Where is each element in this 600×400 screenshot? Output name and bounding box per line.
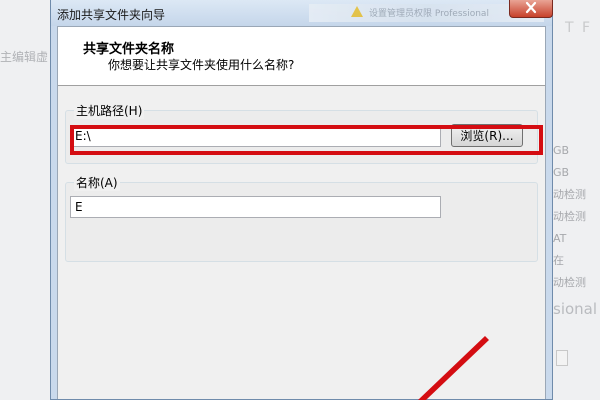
host-path-label: 主机路径(H) (74, 102, 145, 119)
share-name-input[interactable] (70, 196, 441, 218)
background-right-item: 动检测 (553, 276, 586, 289)
wizard-header: 共享文件夹名称 你想要让共享文件夹使用什么名称? (58, 27, 545, 86)
warning-icon (351, 6, 363, 17)
page-subtitle: 你想要让共享文件夹使用什么名称? (108, 58, 295, 72)
add-shared-folder-wizard: 添加共享文件夹向导 设置管理员权限 Professional 共享文件夹名称 你… (50, 0, 553, 400)
wizard-client-area: 共享文件夹名称 你想要让共享文件夹使用什么名称? 主机路径(H) 浏览(R)..… (57, 26, 546, 399)
background-left-text: 主编辑虚 (0, 50, 49, 64)
background-right-item: GB (553, 166, 570, 179)
background-right-column: GB GB 动检测 动检测 AT 在 动检测 sional (553, 140, 600, 324)
close-icon (525, 1, 537, 14)
close-button[interactable] (509, 0, 553, 18)
background-small-control (556, 350, 568, 366)
background-right-item: 在 (553, 254, 564, 267)
background-right-item: 动检测 (553, 210, 586, 223)
host-path-input[interactable] (70, 125, 441, 147)
background-edition-text: sional (553, 300, 598, 318)
window-title: 添加共享文件夹向导 (57, 8, 166, 22)
background-right-item: 动检测 (553, 188, 586, 201)
share-name-group: 名称(A) (65, 174, 538, 262)
title-overlay-text: 设置管理员权限 Professional (369, 9, 489, 19)
browse-button[interactable]: 浏览(R)... (451, 124, 523, 147)
background-right-item: GB (553, 144, 570, 157)
page-title: 共享文件夹名称 (83, 42, 175, 57)
title-bar[interactable]: 添加共享文件夹向导 设置管理员权限 Professional (51, 0, 553, 26)
background-right-item: AT (553, 232, 567, 245)
share-name-label: 名称(A) (74, 174, 120, 191)
background-top-right-text: T F (564, 20, 592, 36)
